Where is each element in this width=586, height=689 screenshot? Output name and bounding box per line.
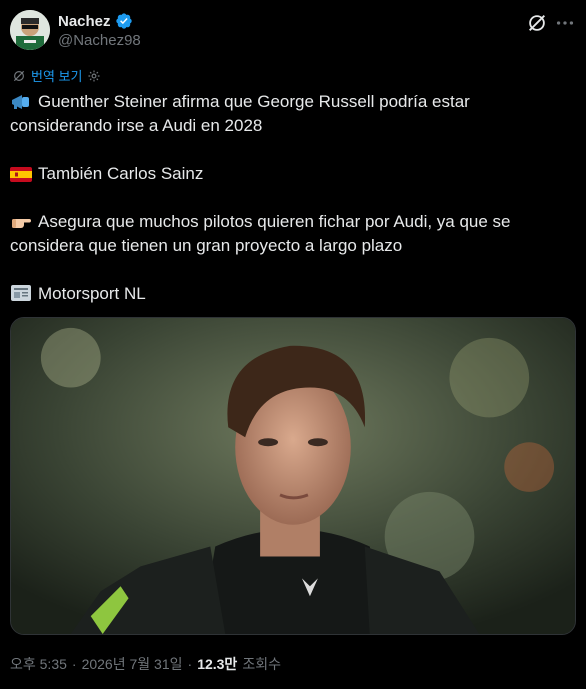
verified-badge-icon [115,13,132,29]
grok-icon[interactable] [526,12,548,34]
tweet-text: Guenther Steiner afirma que George Russe… [10,90,576,306]
views-label: 조회수 [242,656,281,672]
gear-icon[interactable] [87,69,101,83]
tweet-paragraph: Asegura que muchos pilotos quieren ficha… [10,210,576,258]
name-row: Nachez [58,12,133,30]
avatar-image [10,10,50,50]
tweet-time[interactable]: 오후 5:35 [10,654,67,674]
views-count: 12.3만 [197,656,238,672]
tweet-paragraph: Motorsport NL [10,282,576,306]
newspaper-icon [11,285,31,301]
meta-separator: · [187,656,193,672]
display-name[interactable]: Nachez [58,13,111,30]
tweet-paragraph-text: Guenther Steiner afirma que George Russe… [10,92,470,135]
tweet-paragraph: Guenther Steiner afirma que George Russe… [10,90,576,138]
megaphone-icon [12,95,29,109]
tweet-paragraph-text: También Carlos Sainz [38,164,204,183]
tweet-paragraph: También Carlos Sainz [10,162,576,186]
tweet-date[interactable]: 2026년 7월 31일 [82,654,183,674]
handle[interactable]: @Nachez98 [58,32,141,49]
tweet-header: Nachez @Nachez98 [10,10,576,54]
tweet-paragraph-text: Asegura que muchos pilotos quieren ficha… [10,212,511,255]
meta-separator: · [71,656,77,672]
more-icon[interactable] [554,14,576,32]
grok-translate-icon [13,70,25,81]
driver-photo-image [11,318,575,634]
tweet-paragraph-text: Motorsport NL [38,284,146,303]
tweet-meta: 오후 5:35 · 2026년 7월 31일 · 12.3만 조회수 [10,654,281,674]
tweet-photo[interactable] [10,317,576,635]
spain-flag-icon [10,167,32,182]
point-right-icon [12,219,31,228]
translate-link[interactable]: 번역 보기 [31,66,82,85]
avatar[interactable] [10,10,50,50]
translate-row: 번역 보기 [12,66,101,85]
